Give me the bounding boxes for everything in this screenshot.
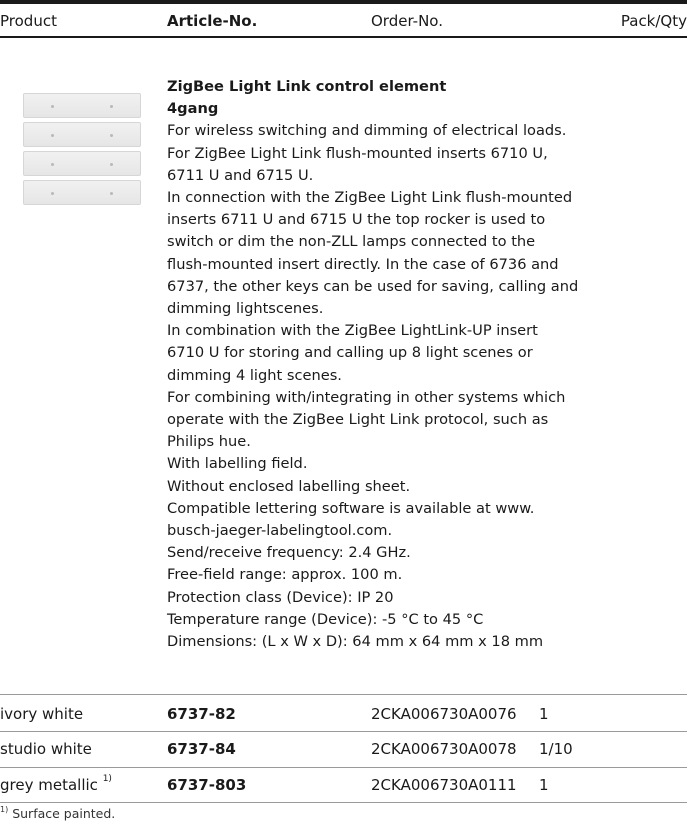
description-line: For ZigBee Light Link flush-mounted inse… [167, 144, 548, 162]
header-pack-qty: Pack/Qty [620, 12, 687, 30]
row-divider [0, 802, 687, 803]
variant-order-no: 2CKA006730A0078 [371, 740, 517, 758]
description-line: Philips hue. [167, 433, 251, 451]
rocker-2 [23, 122, 141, 147]
variant-pack-qty: 1/10 [539, 740, 573, 758]
product-image [23, 93, 141, 209]
footnote: 1) Surface painted. [0, 805, 116, 821]
description-line: Temperature range (Device): -5 °C to 45 … [167, 610, 484, 628]
footnote-marker: 1) [0, 805, 9, 814]
variant-article-no: 6737-82 [167, 705, 236, 723]
description-line: 6737, the other keys can be used for sav… [167, 277, 579, 295]
description-line: Send/receive frequency: 2.4 GHz. [167, 544, 411, 562]
product-description: ZigBee Light Link control element 4gang … [167, 76, 687, 653]
description-line: Compatible lettering software is availab… [167, 499, 535, 517]
variant-color: studio white [0, 740, 92, 758]
row-divider [0, 731, 687, 732]
row-divider [0, 767, 687, 768]
footnote-mark: 1) [102, 774, 112, 784]
variant-color: grey metallic 1) [0, 774, 112, 794]
header-order-no: Order-No. [371, 12, 443, 30]
description-line: 6711 U and 6715 U. [167, 166, 314, 184]
product-title: ZigBee Light Link control element [167, 78, 447, 95]
description-line: Dimensions: (L x W x D): 64 mm x 64 mm x… [167, 633, 544, 651]
variant-color: ivory white [0, 705, 84, 723]
variant-pack-qty: 1 [539, 776, 549, 794]
header-product: Product [0, 12, 57, 30]
variant-pack-qty: 1 [539, 705, 549, 723]
description-line: operate with the ZigBee Light Link proto… [167, 411, 549, 429]
header-rule [0, 36, 687, 38]
rocker-3 [23, 151, 141, 176]
description-line: busch-jaeger-labelingtool.com. [167, 522, 393, 540]
row-divider [0, 694, 687, 695]
description-line: For wireless switching and dimming of el… [167, 122, 567, 140]
description-line: switch or dim the non-ZLL lamps connecte… [167, 233, 536, 251]
footnote-text: Surface painted. [12, 806, 116, 821]
description-line: flush-mounted insert directly. In the ca… [167, 255, 559, 273]
description-line: dimming lightscenes. [167, 300, 324, 318]
description-line: Without enclosed labelling sheet. [167, 477, 411, 495]
description-line: In combination with the ZigBee LightLink… [167, 322, 538, 340]
header-article-no: Article-No. [167, 12, 258, 30]
description-line: dimming 4 light scenes. [167, 366, 342, 384]
rocker-4 [23, 180, 141, 205]
product-subtitle: 4gang [167, 100, 219, 118]
variant-color-label: grey metallic [0, 776, 98, 794]
description-line: With labelling field. [167, 455, 308, 473]
description-line: Protection class (Device): IP 20 [167, 588, 394, 606]
variant-article-no: 6737-84 [167, 740, 236, 758]
description-line: Free-field range: approx. 100 m. [167, 566, 403, 584]
description-line: 6710 U for storing and calling up 8 ligh… [167, 344, 533, 362]
rocker-1 [23, 93, 141, 118]
description-line: In connection with the ZigBee Light Link… [167, 189, 573, 207]
description-line: inserts 6711 U and 6715 U the top rocker… [167, 211, 546, 229]
variant-article-no: 6737-803 [167, 776, 247, 794]
variant-order-no: 2CKA006730A0076 [371, 705, 517, 723]
top-rule [0, 0, 687, 4]
description-line: For combining with/integrating in other … [167, 388, 566, 406]
variant-order-no: 2CKA006730A0111 [371, 776, 517, 794]
